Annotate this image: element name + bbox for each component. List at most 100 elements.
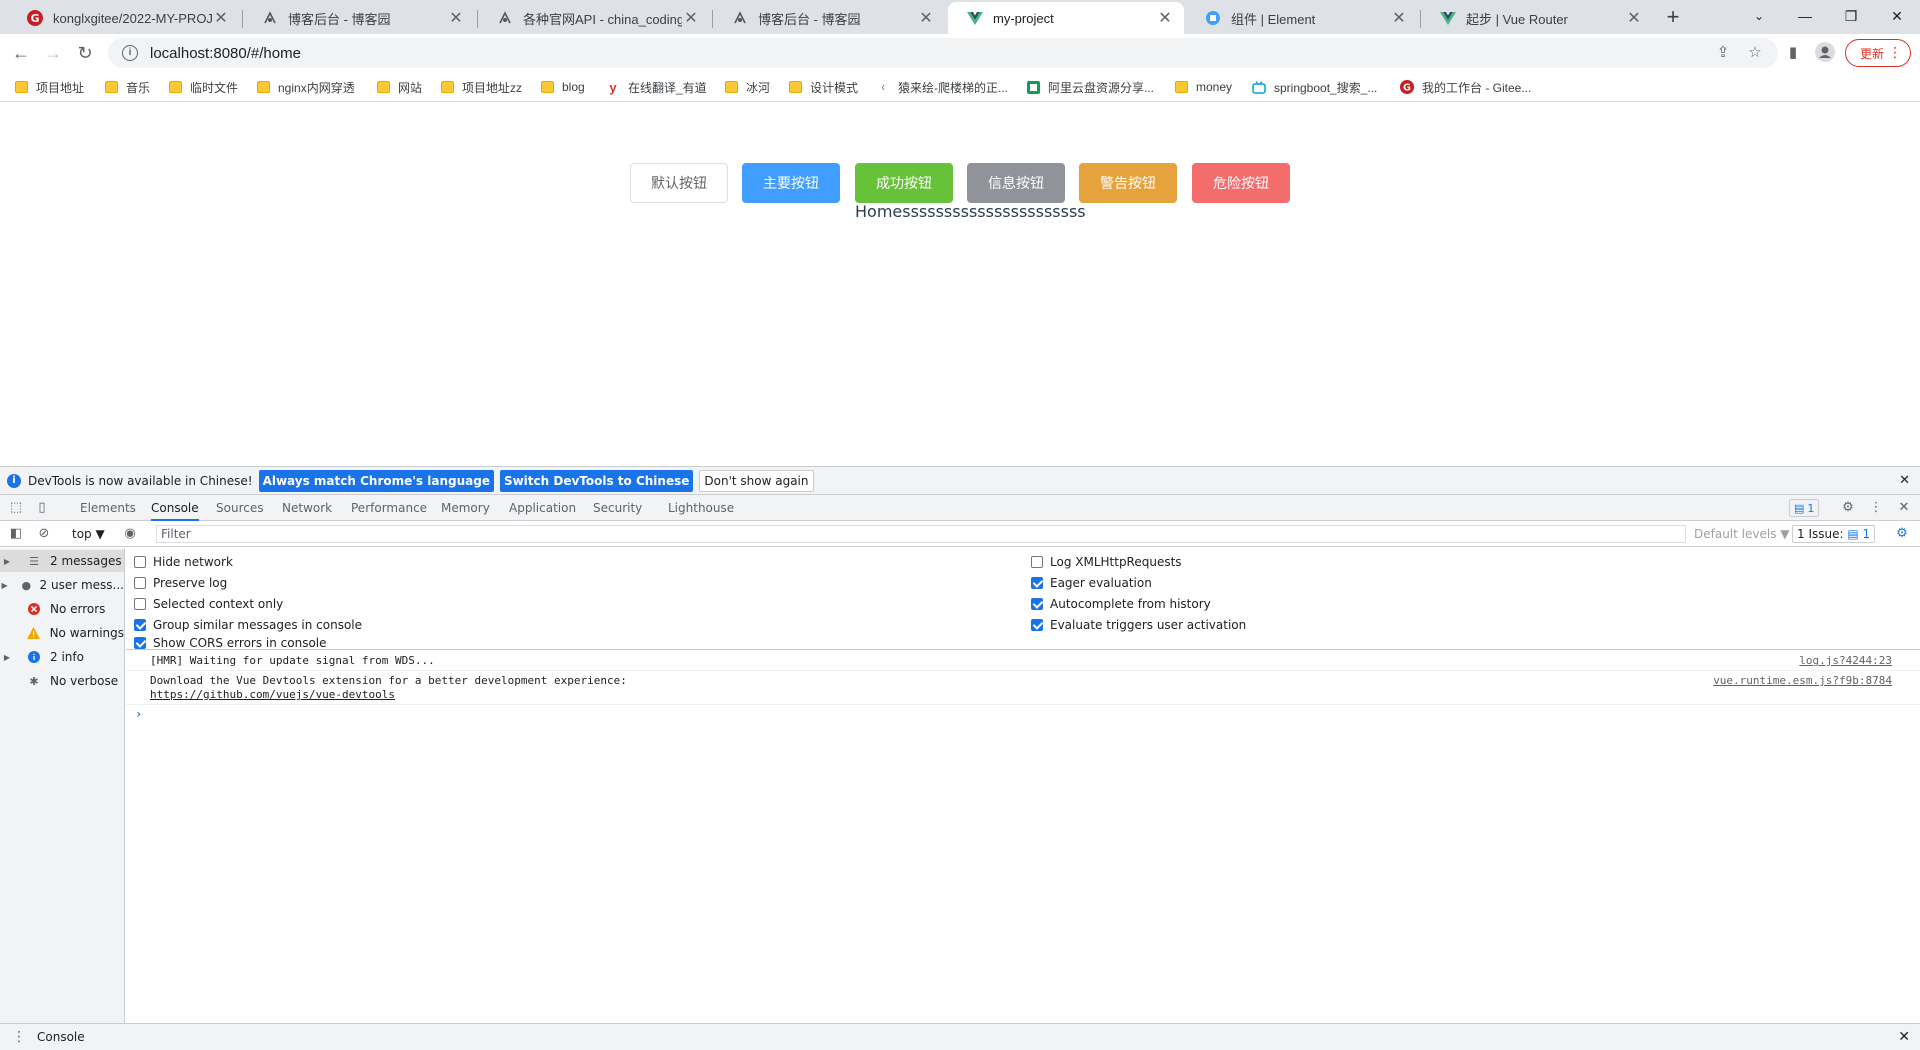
checkbox[interactable] (1031, 556, 1043, 568)
close-icon[interactable]: ✕ (682, 8, 700, 28)
autocomplete-history-checkbox[interactable]: Autocomplete from history (1031, 594, 1211, 614)
default-button[interactable]: 默认按钮 (630, 163, 728, 203)
minimize-icon[interactable]: — (1790, 4, 1820, 28)
tab-security[interactable]: Security (593, 495, 642, 521)
bookmark-item[interactable]: 临时文件 (168, 78, 238, 96)
browser-tab[interactable]: 各种官网API - china_coding - ✕ (478, 2, 710, 34)
browser-tab-active[interactable]: my-project ✕ (948, 2, 1184, 34)
profile-avatar-icon[interactable] (1814, 42, 1836, 64)
tab-search-icon[interactable]: ⌄ (1744, 4, 1774, 28)
group-similar-checkbox[interactable]: Group similar messages in console (134, 615, 362, 635)
success-button[interactable]: 成功按钮 (855, 163, 953, 203)
inspect-element-icon[interactable]: ⬚ (8, 500, 24, 516)
switch-chinese-button[interactable]: Switch DevTools to Chinese (499, 469, 694, 492)
forward-icon[interactable]: → (42, 42, 64, 64)
close-icon[interactable]: ✕ (1156, 8, 1174, 28)
bookmark-item[interactable]: 项目地址 (14, 78, 84, 96)
site-info-icon[interactable]: i (122, 45, 138, 61)
tab-performance[interactable]: Performance (351, 495, 427, 521)
dont-show-again-button[interactable]: Don't show again (699, 469, 814, 492)
checkbox[interactable] (134, 619, 146, 631)
bookmark-star-icon[interactable]: ☆ (1744, 42, 1766, 64)
eager-evaluation-checkbox[interactable]: Eager evaluation (1031, 573, 1152, 593)
close-icon[interactable]: ✕ (447, 8, 465, 28)
eye-icon[interactable]: ◉ (122, 526, 138, 542)
drawer-menu-icon[interactable]: ⋮ (12, 1029, 26, 1045)
hide-network-checkbox[interactable]: Hide network (134, 552, 233, 572)
checkbox[interactable] (1031, 598, 1043, 610)
default-levels-dropdown[interactable]: Default levels ▼ (1694, 527, 1790, 541)
tab-memory[interactable]: Memory (441, 495, 490, 521)
bookmark-item[interactable]: 冰河 (724, 78, 770, 96)
update-button[interactable]: 更新 ⋮ (1845, 39, 1911, 67)
close-icon[interactable]: ✕ (1896, 500, 1912, 516)
drawer-tab-console[interactable]: Console (30, 1024, 92, 1050)
close-icon[interactable]: ✕ (212, 8, 230, 28)
close-icon[interactable]: ✕ (917, 8, 935, 28)
close-icon[interactable]: ✕ (1390, 8, 1408, 28)
browser-tab[interactable]: 博客后台 - 博客园 ✕ (713, 2, 945, 34)
tab-lighthouse[interactable]: Lighthouse (668, 495, 734, 521)
bookmark-item[interactable]: springboot_搜索_... (1252, 78, 1377, 96)
filter-input[interactable] (156, 525, 1686, 543)
bookmark-item[interactable]: blog (540, 78, 585, 96)
devtools-repo-link[interactable]: https://github.com/vuejs/vue-devtools (150, 688, 395, 701)
close-icon[interactable]: ✕ (1899, 473, 1910, 488)
checkbox[interactable] (134, 637, 146, 649)
sidebar-item-verbose[interactable]: ✱ No verbose (0, 670, 124, 692)
bookmark-item[interactable]: 网站 (376, 78, 422, 96)
restore-icon[interactable]: ❐ (1836, 4, 1866, 28)
selected-context-checkbox[interactable]: Selected context only (134, 594, 283, 614)
evaluate-triggers-checkbox[interactable]: Evaluate triggers user activation (1031, 615, 1246, 635)
issues-badge[interactable]: ▤ 1 (1789, 499, 1820, 517)
bookmark-item[interactable]: nginx内网穿透 (256, 78, 355, 96)
tab-network[interactable]: Network (282, 495, 332, 521)
sidebar-item-messages[interactable]: ▶ ☰ 2 messages (0, 550, 124, 572)
preserve-log-checkbox[interactable]: Preserve log (134, 573, 227, 593)
checkbox[interactable] (1031, 619, 1043, 631)
checkbox[interactable] (134, 556, 146, 568)
new-tab-button[interactable]: + (1661, 6, 1685, 30)
back-icon[interactable]: ← (10, 42, 32, 64)
message-source-link[interactable]: vue.runtime.esm.js?f9b:8784 (1713, 674, 1892, 687)
tab-elements[interactable]: Elements (80, 495, 136, 521)
match-language-button[interactable]: Always match Chrome's language (258, 469, 494, 492)
checkbox[interactable] (134, 598, 146, 610)
console-prompt-icon[interactable]: › (135, 707, 142, 721)
browser-tab[interactable]: 博客后台 - 博客园 ✕ (243, 2, 475, 34)
reload-icon[interactable]: ↻ (74, 42, 96, 64)
checkbox[interactable] (134, 577, 146, 589)
close-icon[interactable]: ✕ (1625, 8, 1643, 28)
browser-tab[interactable]: 组件 | Element ✕ (1186, 2, 1418, 34)
warning-button[interactable]: 警告按钮 (1079, 163, 1177, 203)
show-cors-checkbox[interactable]: Show CORS errors in console (134, 636, 327, 650)
close-icon[interactable]: ✕ (1898, 1029, 1910, 1045)
close-window-icon[interactable]: ✕ (1882, 4, 1912, 28)
log-xhr-checkbox[interactable]: Log XMLHttpRequests (1031, 552, 1182, 572)
context-selector[interactable]: top ▼ (72, 527, 105, 541)
bookmark-item[interactable]: 设计模式 (788, 78, 858, 96)
message-source-link[interactable]: log.js?4244:23 (1799, 654, 1892, 667)
url-text[interactable]: localhost:8080/#/home (150, 45, 301, 62)
bookmark-item[interactable]: ᚲ 猿来绘-爬楼梯的正... (876, 78, 1008, 96)
bookmark-item[interactable]: y 在线翻译_有道 (606, 78, 706, 96)
checkbox[interactable] (1031, 577, 1043, 589)
sidebar-item-info[interactable]: ▶ 2 info (0, 646, 124, 668)
more-vertical-icon[interactable]: ⋮ (1868, 500, 1884, 516)
issues-button[interactable]: 1 Issue: ▤ 1 (1792, 525, 1876, 543)
tab-console[interactable]: Console (151, 495, 199, 521)
bookmark-item[interactable]: 阿里云盘资源分享... (1026, 78, 1154, 96)
tab-sources[interactable]: Sources (216, 495, 263, 521)
browser-tab[interactable]: G konglxgitee/2022-MY-PROJEC ✕ (8, 2, 240, 34)
side-panel-icon[interactable]: ▮ (1782, 42, 1804, 64)
share-icon[interactable]: ⇪ (1712, 42, 1734, 64)
bookmark-item[interactable]: money (1174, 78, 1232, 96)
gear-icon[interactable]: ⚙ (1840, 500, 1856, 516)
clear-console-icon[interactable]: ⊘ (36, 526, 52, 542)
bookmark-item[interactable]: G 我的工作台 - Gitee... (1400, 78, 1531, 96)
primary-button[interactable]: 主要按钮 (742, 163, 840, 203)
sidebar-item-user-messages[interactable]: ▶ ● 2 user mess... (0, 574, 124, 596)
browser-tab[interactable]: 起步 | Vue Router ✕ (1421, 2, 1653, 34)
bookmark-item[interactable]: 音乐 (104, 78, 150, 96)
sidebar-item-warnings[interactable]: No warnings (0, 622, 124, 644)
